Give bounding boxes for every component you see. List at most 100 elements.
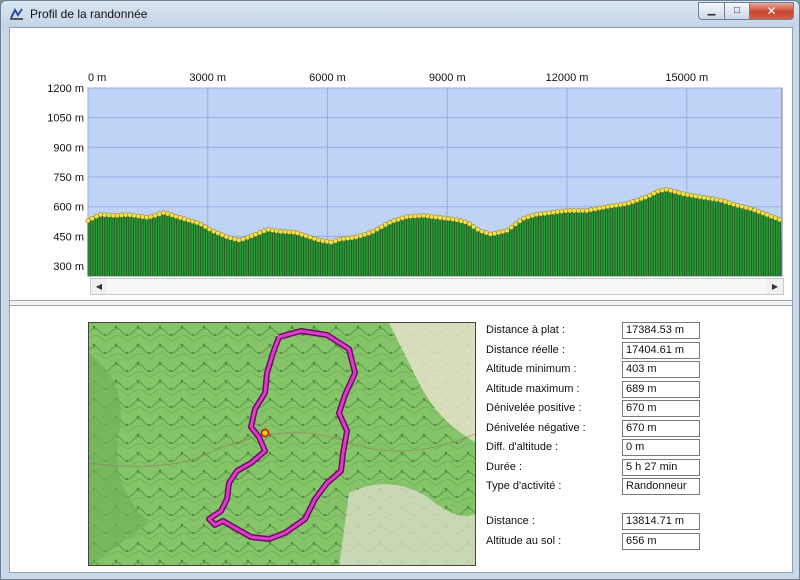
profile-point[interactable] [575,208,581,214]
profile-point[interactable] [466,221,472,227]
profile-point[interactable] [232,236,238,242]
profile-point[interactable] [462,219,468,225]
profile-point[interactable] [106,212,112,218]
profile-point[interactable] [563,208,569,214]
stat-value-cursor-0[interactable]: 13814.71 m [622,513,700,530]
profile-point[interactable] [483,230,489,236]
profile-point[interactable] [110,212,116,219]
profile-point[interactable] [160,210,166,216]
topographic-map[interactable] [89,323,476,566]
stat-value-4[interactable]: 670 m [622,400,700,417]
profile-point[interactable] [332,238,338,244]
profile-point[interactable] [345,235,351,241]
profile-point[interactable] [726,200,732,206]
profile-point[interactable] [538,211,544,217]
profile-point[interactable] [374,226,380,232]
profile-point[interactable] [559,208,565,214]
profile-point[interactable] [529,213,535,219]
profile-point[interactable] [186,217,192,223]
profile-point[interactable] [479,228,485,234]
profile-point[interactable] [202,224,208,230]
profile-point[interactable] [307,234,313,240]
profile-point[interactable] [441,215,447,221]
minimize-button[interactable]: ▁ [698,2,725,20]
current-position-marker[interactable] [260,428,270,438]
profile-point[interactable] [630,199,636,205]
profile-point[interactable] [634,197,640,203]
profile-point[interactable] [496,230,502,236]
profile-point[interactable] [676,190,682,196]
profile-point[interactable] [445,216,452,222]
profile-point[interactable] [207,226,213,232]
profile-point[interactable] [450,216,456,222]
profile-point[interactable] [437,215,443,221]
profile-point[interactable] [747,206,753,212]
profile-point[interactable] [211,228,217,234]
profile-point[interactable] [592,206,598,212]
profile-point[interactable] [227,235,234,241]
profile-point[interactable] [177,215,183,221]
profile-point[interactable] [739,203,745,210]
profile-point[interactable] [123,212,129,218]
profile-point[interactable] [93,213,99,219]
profile-point[interactable] [194,220,200,226]
profile-point[interactable] [391,218,397,224]
stat-value-6[interactable]: 0 m [622,439,700,456]
profile-point[interactable] [190,218,196,225]
profile-point[interactable] [760,210,766,216]
profile-point[interactable] [118,212,125,218]
stat-value-cursor-1[interactable]: 656 m [622,532,700,550]
profile-point[interactable] [542,210,548,216]
profile-point[interactable] [366,230,372,236]
profile-point[interactable] [219,232,225,238]
profile-point[interactable] [315,237,322,243]
scrollbar-thumb[interactable] [107,279,767,294]
profile-point[interactable] [638,196,644,202]
profile-point[interactable] [756,209,762,215]
profile-point[interactable] [127,212,133,218]
profile-point[interactable] [777,217,783,223]
profile-point[interactable] [710,196,716,202]
profile-point[interactable] [223,234,229,240]
profile-point[interactable] [512,221,519,227]
profile-point[interactable] [429,214,435,220]
profile-point[interactable] [533,211,540,218]
profile-point[interactable] [508,224,514,230]
profile-point[interactable] [718,197,724,204]
profile-point[interactable] [353,234,359,240]
profile-point[interactable] [772,215,778,221]
profile-point[interactable] [169,212,175,218]
profile-point[interactable] [144,214,150,220]
stat-value-3[interactable]: 689 m [622,380,700,398]
profile-point[interactable] [399,215,405,221]
profile-point[interactable] [689,192,695,199]
profile-point[interactable] [768,213,774,219]
profile-point[interactable] [730,201,737,207]
profile-point[interactable] [500,228,506,235]
profile-point[interactable] [148,214,154,220]
profile-point[interactable] [387,219,393,225]
profile-point[interactable] [336,236,343,242]
profile-point[interactable] [601,204,607,210]
title-bar[interactable]: Profil de la randonnée ▁ □ ✕ [1,1,799,27]
profile-point[interactable] [114,212,120,219]
profile-horizontal-scrollbar[interactable]: ◀ ▶ [90,278,784,295]
profile-point[interactable] [659,187,665,193]
profile-point[interactable] [697,194,703,200]
profile-point[interactable] [580,208,586,214]
profile-point[interactable] [98,212,104,218]
profile-point[interactable] [647,192,653,199]
profile-point[interactable] [102,212,108,218]
profile-point[interactable] [764,212,770,218]
profile-point[interactable] [269,227,275,233]
profile-point[interactable] [546,210,552,216]
profile-point[interactable] [341,236,347,242]
profile-point[interactable] [626,200,632,206]
profile-point[interactable] [295,230,301,236]
profile-point[interactable] [554,209,561,215]
close-button[interactable]: ✕ [749,2,794,20]
profile-point[interactable] [668,188,674,194]
profile-point[interactable] [274,228,280,234]
profile-point[interactable] [320,238,326,244]
profile-point[interactable] [571,208,577,214]
